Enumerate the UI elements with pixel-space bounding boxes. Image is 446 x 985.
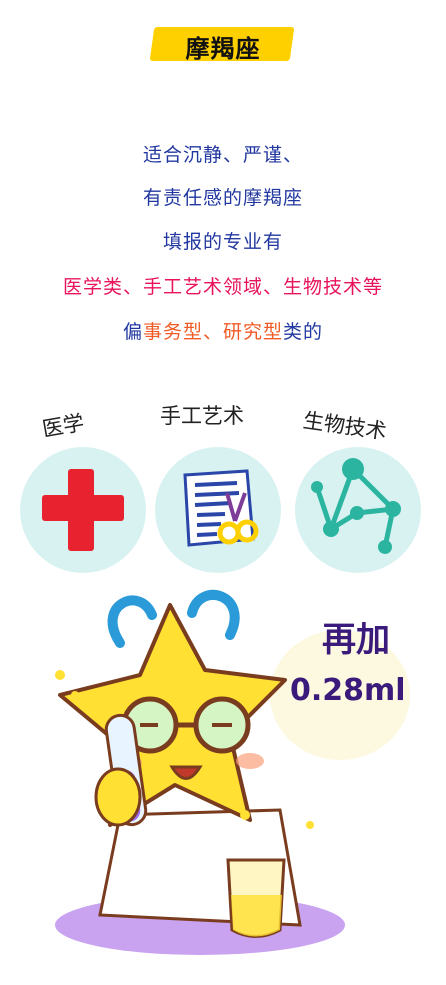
intro-line-2: 有责任感的摩羯座 [142, 187, 303, 209]
category-label-medicine: 医学 [40, 410, 86, 442]
left-horn [107, 595, 157, 648]
intro-line-5-a: 偏 [122, 321, 143, 343]
red-cross-icon [42, 469, 124, 551]
intro-line-5-c: 类的 [283, 321, 324, 343]
category-circle-biotech [295, 447, 421, 573]
right-horn [187, 590, 240, 640]
paper-scissors-icon [183, 469, 259, 547]
category-circle-medicine [20, 447, 146, 573]
page-title: 摩羯座 [185, 35, 261, 63]
category-label-biotech: 生物技术 [301, 408, 389, 444]
mascot-hand [94, 767, 142, 827]
molecule-icon [311, 458, 401, 554]
intro-line-4: 医学类、手工艺术领域、生物技术等 [62, 276, 383, 298]
intro-line-1: 适合沉静、严谨、 [142, 144, 303, 166]
intro-line-3: 填报的专业有 [162, 231, 283, 253]
category-label-handcraft: 手工艺术 [160, 404, 244, 428]
speech-line-2: 0.28ml [290, 673, 406, 708]
speech-line-1: 再加 [322, 620, 390, 660]
category-circle-handcraft [155, 447, 281, 573]
intro-line-5-b: 事务型、研究型 [142, 321, 283, 343]
title-section: 摩羯座 [0, 0, 446, 80]
intro-line-5: 偏事务型、研究型类的 [0, 317, 446, 344]
